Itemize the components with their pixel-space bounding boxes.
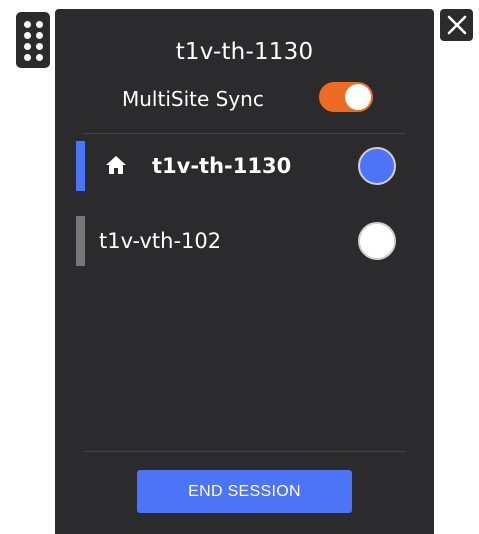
site-name: t1v-vth-102	[99, 229, 222, 253]
close-icon	[447, 15, 466, 35]
divider-top	[84, 133, 406, 134]
toggle-knob	[345, 84, 371, 110]
site-name: t1v-th-1130	[152, 154, 292, 178]
site-radio-unselected[interactable]	[358, 222, 396, 260]
multisite-sync-label: MultiSite Sync	[122, 87, 264, 111]
site-inactive-indicator	[76, 216, 85, 266]
close-button[interactable]	[440, 9, 473, 41]
site-row-home[interactable]: t1v-th-1130	[55, 141, 434, 191]
divider-bottom	[84, 451, 406, 452]
home-icon	[106, 156, 126, 174]
app-stage: t1v-th-1130 MultiSite Sync t1v-th-1130 t…	[0, 0, 479, 534]
site-active-indicator	[76, 141, 85, 191]
end-session-button[interactable]: END SESSION	[137, 470, 352, 513]
site-radio-selected[interactable]	[358, 147, 396, 185]
site-row[interactable]: t1v-vth-102	[55, 216, 434, 266]
multisite-panel: t1v-th-1130 MultiSite Sync t1v-th-1130 t…	[55, 9, 434, 534]
drag-handle-icon[interactable]	[16, 12, 50, 68]
panel-title: t1v-th-1130	[175, 39, 314, 65]
multisite-sync-toggle[interactable]	[319, 82, 373, 112]
